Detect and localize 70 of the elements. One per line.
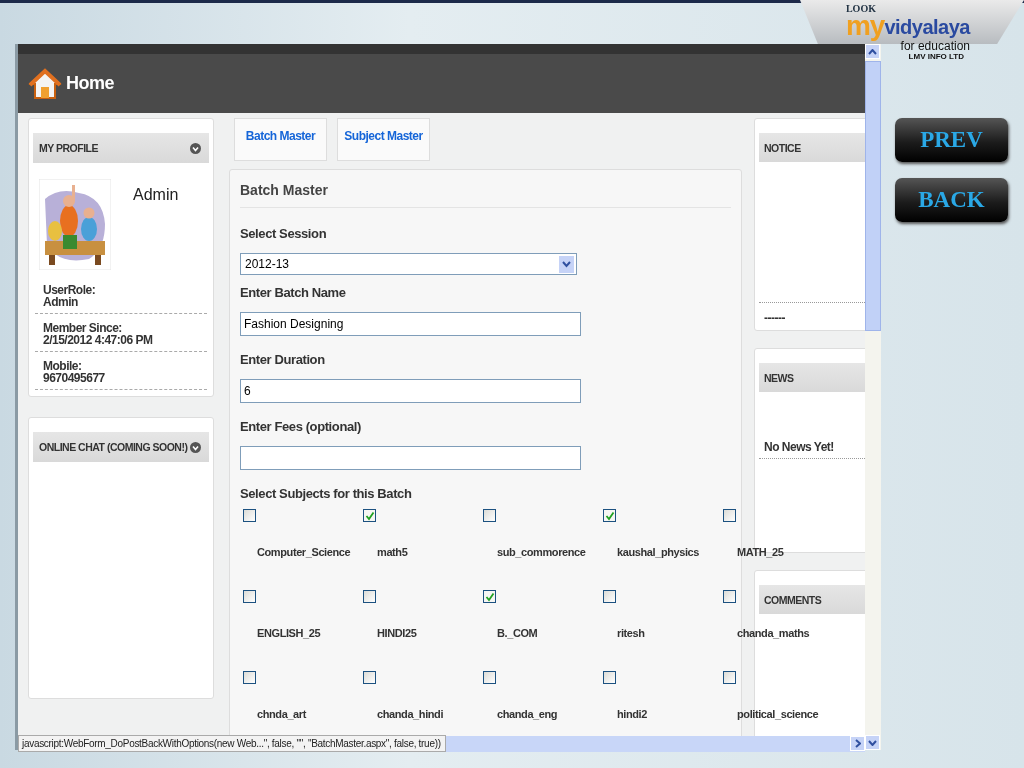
input-field[interactable]: 6: [240, 379, 581, 403]
field-label: Member Since:: [43, 322, 123, 334]
tab[interactable]: Batch Master: [234, 118, 327, 161]
checkbox-label: chanda_hindi: [377, 708, 444, 720]
checkbox[interactable]: [243, 671, 256, 684]
checkbox-label: hindi2: [617, 708, 647, 720]
field-label: Select Session: [240, 226, 328, 241]
field-value: 9670495677: [43, 372, 106, 384]
field-value: 2/15/2012 4:47:06 PM: [43, 334, 154, 346]
house-icon: [28, 66, 62, 101]
logo-tagline: for education: [900, 40, 970, 52]
checkbox-label: MATH_25: [737, 546, 784, 558]
company-name: LMV INFO LTD: [908, 52, 964, 61]
panel-title: NEWS: [764, 371, 794, 384]
checkbox-label: ritesh: [617, 627, 645, 639]
checkbox-label: Computer_Science: [257, 546, 351, 558]
checkbox[interactable]: [243, 590, 256, 603]
scroll-up-icon[interactable]: [865, 44, 880, 59]
checkbox[interactable]: [483, 590, 496, 603]
form-title: Batch Master: [240, 170, 731, 208]
checkbox[interactable]: [723, 590, 736, 603]
checkbox-label: math5: [377, 546, 408, 558]
field-label: Enter Batch Name: [240, 285, 347, 300]
checkbox-label: HINDI25: [377, 627, 417, 639]
field-label: Select Subjects for this Batch: [240, 486, 413, 501]
field-label: Enter Fees (optional): [240, 419, 362, 434]
checkbox-label: chnda_art: [257, 708, 306, 720]
checkbox-label: kaushal_physics: [617, 546, 700, 558]
field-label: Mobile:: [43, 360, 83, 372]
checkbox-label: B._COM: [497, 627, 538, 639]
checkbox-label: political_science: [737, 708, 819, 720]
field-value: Admin: [43, 296, 79, 308]
checkbox-label: sub_commorence: [497, 546, 586, 558]
checkbox[interactable]: [483, 671, 496, 684]
session-dropdown[interactable]: 2012-13: [240, 253, 577, 275]
panel-title: MY PROFILE: [39, 142, 98, 154]
scroll-down-icon[interactable]: [865, 735, 880, 750]
checkbox[interactable]: [363, 590, 376, 603]
checkbox-label: chanda_maths: [737, 627, 810, 639]
tab[interactable]: Subject Master: [337, 118, 430, 161]
checkbox[interactable]: [243, 509, 256, 522]
checkbox[interactable]: [363, 671, 376, 684]
checkbox[interactable]: [483, 509, 496, 522]
checkbox[interactable]: [603, 509, 616, 522]
checkbox[interactable]: [603, 671, 616, 684]
collapse-icon[interactable]: [190, 142, 201, 154]
page-title: Home: [66, 73, 114, 94]
status-text: javascript:WebForm_DoPostBackWithOptions(new Web...", false, "", "BatchMaster.aspx", false, true)): [18, 735, 446, 752]
user-name: Admin: [133, 186, 179, 205]
logo-small-text: LOOK: [845, 4, 876, 14]
panel-title: NOTICE: [764, 141, 801, 154]
vertical-scrollbar[interactable]: [865, 44, 881, 750]
checkbox-label: chanda_eng: [497, 708, 558, 720]
panel-title: COMMENTS: [764, 593, 822, 606]
field-label: Enter Duration: [240, 352, 326, 367]
nav-button[interactable]: BACK: [895, 178, 1008, 222]
horizontal-scrollbar[interactable]: [445, 736, 865, 752]
input-field[interactable]: Fashion Designing: [240, 312, 581, 336]
collapse-icon[interactable]: [190, 441, 201, 453]
panel-title: ONLINE CHAT (COMING SOON!): [39, 441, 188, 453]
logo-text: vidyalaya: [884, 16, 970, 38]
field-label: UserRole:: [43, 284, 97, 296]
checkbox[interactable]: [603, 590, 616, 603]
checkbox[interactable]: [723, 671, 736, 684]
nav-button[interactable]: PREV: [895, 118, 1008, 162]
input-field[interactable]: [240, 446, 581, 470]
checkbox[interactable]: [363, 509, 376, 522]
checkbox[interactable]: [723, 509, 736, 522]
scroll-right-icon[interactable]: [850, 736, 865, 751]
checkbox-label: ENGLISH_25: [257, 627, 321, 639]
